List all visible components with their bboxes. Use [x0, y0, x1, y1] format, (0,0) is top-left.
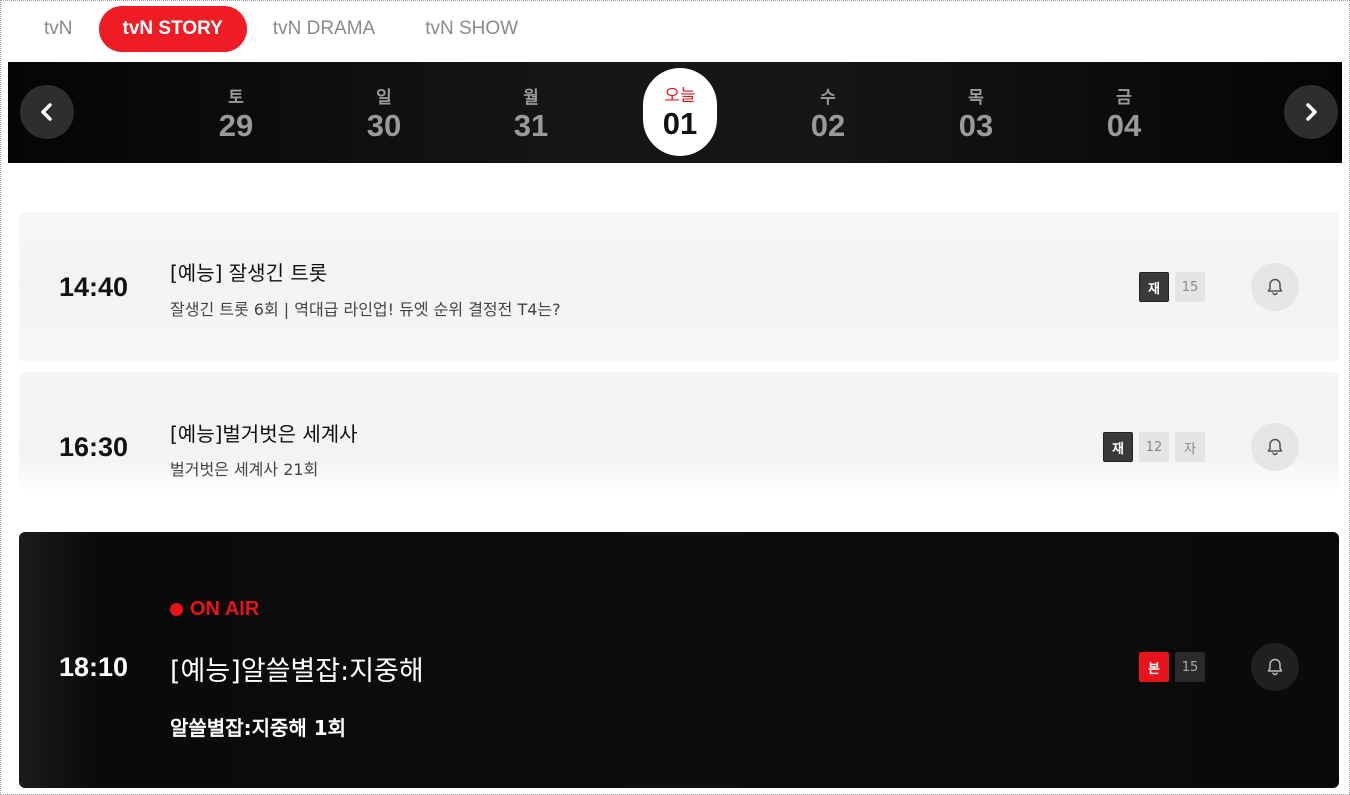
- day-date: 31: [513, 108, 549, 143]
- tab-tvn-show[interactable]: tvN SHOW: [401, 6, 542, 52]
- program-title: [예능] 잘생긴 트롯: [170, 261, 328, 285]
- day-of-week: 토: [228, 88, 244, 108]
- program-episode: 알쓸별잡:지중해 1회: [170, 716, 347, 740]
- tab-tvn[interactable]: tvN: [20, 6, 97, 52]
- subtitle-badge: 자: [1175, 432, 1205, 462]
- notify-button[interactable]: [1251, 643, 1299, 691]
- age-rating-badge: 15: [1175, 652, 1205, 682]
- program-badges: 재 12 자: [1097, 432, 1205, 462]
- program-title: [예능]알쓸별잡:지중해: [170, 656, 424, 687]
- schedule-item[interactable]: 14:40 [예능] 잘생긴 트롯 잘생긴 트롯 6회 | 역대급 라인업! 듀…: [19, 212, 1339, 362]
- program-time: 18:10: [59, 652, 129, 682]
- bell-icon: [1267, 278, 1283, 296]
- day-of-week: 목: [968, 88, 984, 108]
- notify-button[interactable]: [1251, 263, 1299, 311]
- day-of-week: 월: [523, 88, 539, 108]
- chevron-right-icon: [1306, 103, 1317, 121]
- schedule-item-on-air[interactable]: ON AIR 18:10 [예능]알쓸별잡:지중해 알쓸별잡:지중해 1회 본 …: [19, 532, 1339, 788]
- tab-tvn-story[interactable]: tvN STORY: [98, 6, 247, 52]
- on-air-label: ON AIR: [190, 598, 260, 620]
- bell-icon: [1267, 438, 1283, 456]
- rerun-badge: 재: [1103, 432, 1133, 462]
- day-date: 03: [958, 108, 994, 143]
- program-time: 16:30: [59, 432, 129, 462]
- prev-week-button[interactable]: [20, 85, 74, 139]
- day-fri[interactable]: 금 04: [1087, 70, 1161, 156]
- program-episode: 잘생긴 트롯 6회 | 역대급 라인업! 듀엣 순위 결정전 T4는?: [170, 300, 561, 319]
- next-week-button[interactable]: [1284, 85, 1338, 139]
- on-air-indicator: ON AIR: [170, 598, 259, 621]
- chevron-left-icon: [41, 103, 52, 121]
- rerun-badge: 재: [1139, 272, 1169, 302]
- day-mon[interactable]: 월 31: [494, 70, 568, 156]
- program-episode: 벌거벗은 세계사 21회: [170, 460, 319, 479]
- day-of-week: 오늘: [664, 86, 696, 106]
- channel-tabs: tvN tvN STORY tvN DRAMA tvN SHOW: [20, 6, 544, 52]
- day-date: 04: [1106, 108, 1142, 143]
- date-navigation: 토 29 일 30 월 31 오늘 01 수 02 목 03 금 04: [6, 62, 1344, 163]
- first-run-badge: 본: [1139, 652, 1169, 682]
- tab-tvn-drama[interactable]: tvN DRAMA: [249, 6, 399, 52]
- program-time: 14:40: [59, 272, 129, 302]
- notify-button[interactable]: [1251, 423, 1299, 471]
- day-sat[interactable]: 토 29: [199, 70, 273, 156]
- day-date: 01: [662, 106, 698, 141]
- age-rating-badge: 15: [1175, 272, 1205, 302]
- day-of-week: 일: [376, 88, 392, 108]
- day-thu[interactable]: 목 03: [939, 70, 1013, 156]
- day-of-week: 금: [1116, 88, 1132, 108]
- day-sun[interactable]: 일 30: [347, 70, 421, 156]
- day-date: 29: [218, 108, 254, 143]
- live-dot-icon: [170, 603, 183, 616]
- program-badges: 본 15: [1133, 652, 1205, 682]
- day-wed[interactable]: 수 02: [791, 70, 865, 156]
- day-date: 02: [810, 108, 846, 143]
- program-badges: 재 15: [1133, 272, 1205, 302]
- program-title: [예능]벌거벗은 세계사: [170, 422, 358, 446]
- day-date: 30: [366, 108, 402, 143]
- bell-icon: [1267, 658, 1283, 676]
- age-rating-badge: 12: [1139, 432, 1169, 462]
- day-of-week: 수: [820, 88, 836, 108]
- schedule-item[interactable]: 16:30 [예능]벌거벗은 세계사 벌거벗은 세계사 21회 재 12 자: [19, 372, 1339, 492]
- day-today[interactable]: 오늘 01: [643, 68, 717, 156]
